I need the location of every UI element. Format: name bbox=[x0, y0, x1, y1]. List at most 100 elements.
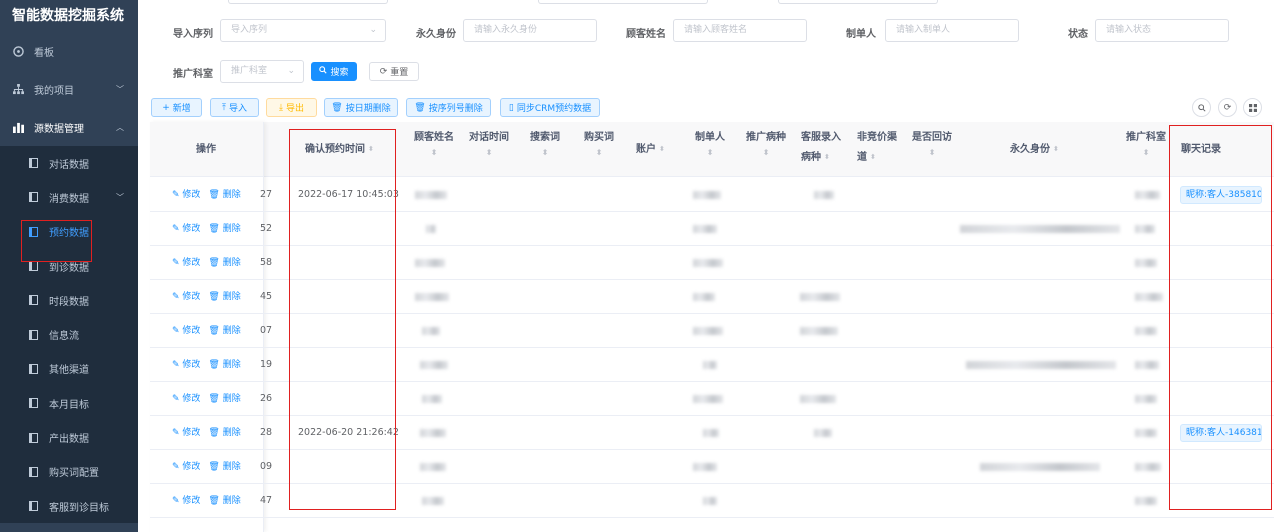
import-seq-select[interactable]: 导入序列 ⌄ bbox=[220, 19, 386, 42]
sidebar-item-label: 本月目标 bbox=[49, 399, 89, 411]
highlight-box-sidebar bbox=[21, 220, 92, 262]
sidebar-item-label: 源数据管理 bbox=[34, 123, 84, 135]
toggle-search-button[interactable] bbox=[1192, 98, 1211, 117]
col-customer-name[interactable]: 顾客姓名 ⬍ bbox=[414, 128, 454, 158]
delete-link[interactable]: 🗑 删除 bbox=[208, 462, 240, 472]
row-actions: ✎ 修改 🗑 删除 bbox=[172, 484, 249, 518]
col-disease[interactable]: 推广病种 ⬍ bbox=[746, 128, 786, 158]
row-actions: ✎ 修改 🗑 删除 bbox=[172, 314, 249, 348]
refresh-button[interactable]: ⟳ bbox=[1218, 98, 1237, 117]
redacted-cell bbox=[960, 225, 1120, 233]
row-seq: 28 bbox=[260, 427, 273, 438]
sidebar-item-other-channels[interactable]: 其他渠道 bbox=[0, 352, 138, 386]
row-seq: 19 bbox=[260, 359, 273, 370]
status-input[interactable]: 请输入状态 bbox=[1095, 19, 1229, 42]
sidebar-item-dialog-data[interactable]: 对话数据 bbox=[0, 146, 138, 180]
dept-select[interactable]: 推广科室 ⌄ bbox=[220, 60, 304, 83]
sidebar-item-period-data[interactable]: 时段数据 bbox=[0, 283, 138, 317]
delete-by-seq-button[interactable]: 🗑 按序列号删除 bbox=[406, 98, 491, 117]
import-button[interactable]: ⤒ 导入 bbox=[210, 98, 259, 117]
delete-by-date-button[interactable]: 🗑 按日期删除 bbox=[324, 98, 398, 117]
redacted-cell bbox=[415, 259, 445, 267]
sidebar-item-output-data[interactable]: 产出数据 bbox=[0, 420, 138, 454]
col-maker[interactable]: 制单人 ⬍ bbox=[695, 128, 725, 158]
perm-id-input[interactable]: 请输入永久身份 bbox=[463, 19, 597, 42]
sidebar-item-dashboard[interactable]: 看板 bbox=[0, 32, 138, 70]
upload-icon: ⤒ bbox=[222, 102, 226, 113]
col-cs-entry[interactable]: 客服录入 病种 ⬍ bbox=[801, 128, 841, 168]
sidebar-item-source-data[interactable]: 源数据管理 ︿ bbox=[0, 108, 138, 146]
col-account[interactable]: 账户 ⬍ bbox=[636, 140, 665, 160]
edit-link[interactable]: ✎ 修改 bbox=[172, 292, 200, 302]
sidebar-item-projects[interactable]: 我的项目 ﹀ bbox=[0, 70, 138, 108]
customer-name-label: 顾客姓名 bbox=[626, 29, 666, 40]
redacted-cell bbox=[693, 191, 721, 199]
document-icon bbox=[27, 363, 39, 375]
sidebar-item-label: 消费数据 bbox=[49, 193, 89, 205]
delete-link[interactable]: 🗑 删除 bbox=[208, 326, 240, 336]
redacted-cell bbox=[426, 225, 436, 233]
col-customer-name-label: 顾客姓名 bbox=[414, 132, 454, 143]
search-button-label: 搜索 bbox=[330, 68, 349, 78]
sort-icon: ⬍ bbox=[541, 148, 549, 157]
delete-link[interactable]: 🗑 删除 bbox=[208, 190, 240, 200]
trash-icon: 🗑 bbox=[414, 102, 426, 113]
chevron-up-icon: ︿ bbox=[116, 122, 124, 132]
col-buy-word-label: 购买词 bbox=[584, 132, 614, 143]
delete-link[interactable]: 🗑 删除 bbox=[208, 360, 240, 370]
sort-icon: ⬍ bbox=[1142, 148, 1150, 157]
sidebar-item-consume-data[interactable]: 消费数据 ﹀ bbox=[0, 180, 138, 214]
download-icon: ⤓ bbox=[279, 102, 283, 113]
sort-icon: ⬍ bbox=[928, 148, 936, 157]
col-non-bid-label-1: 非竞价渠 bbox=[857, 132, 897, 143]
maker-input[interactable]: 请输入制单人 bbox=[885, 19, 1019, 42]
delete-link[interactable]: 🗑 删除 bbox=[208, 394, 240, 404]
vertical-scrollbar[interactable] bbox=[1274, 0, 1280, 532]
edit-link[interactable]: ✎ 修改 bbox=[172, 462, 200, 472]
col-buy-word[interactable]: 购买词 ⬍ bbox=[584, 128, 614, 158]
edit-link[interactable]: ✎ 修改 bbox=[172, 496, 200, 506]
col-dialog-time[interactable]: 对话时间 ⬍ bbox=[469, 128, 509, 158]
sidebar-item-buy-word-config[interactable]: 购买词配置 bbox=[0, 455, 138, 489]
col-dept[interactable]: 推广科室 ⬍ bbox=[1126, 128, 1166, 158]
edit-link[interactable]: ✎ 修改 bbox=[172, 190, 200, 200]
customer-name-input[interactable]: 请输入顾客姓名 bbox=[673, 19, 807, 42]
search-button[interactable]: 搜索 bbox=[311, 62, 357, 81]
sidebar-item-cs-visit-target[interactable]: 客服到诊目标 bbox=[0, 489, 138, 523]
edit-link[interactable]: ✎ 修改 bbox=[172, 360, 200, 370]
dept-placeholder: 推广科室 bbox=[231, 66, 268, 76]
col-search-word-label: 搜索词 bbox=[530, 132, 560, 143]
delete-link[interactable]: 🗑 删除 bbox=[208, 496, 240, 506]
delete-link[interactable]: 🗑 删除 bbox=[208, 292, 240, 302]
add-button[interactable]: + 新增 bbox=[151, 98, 202, 117]
edit-link[interactable]: ✎ 修改 bbox=[172, 394, 200, 404]
highlight-box-confirm-time bbox=[289, 129, 396, 510]
sync-crm-label: 同步CRM预约数据 bbox=[516, 104, 592, 114]
sidebar-item-monthly-target[interactable]: 本月目标 bbox=[0, 386, 138, 420]
sidebar-item-label: 信息流 bbox=[49, 331, 79, 343]
edit-link[interactable]: ✎ 修改 bbox=[172, 326, 200, 336]
delete-link[interactable]: 🗑 删除 bbox=[208, 224, 240, 234]
row-seq: 27 bbox=[260, 189, 273, 200]
col-non-bid-channel[interactable]: 非竞价渠 道 ⬍ bbox=[857, 128, 897, 168]
sort-icon: ⬍ bbox=[870, 153, 876, 161]
document-icon bbox=[27, 329, 39, 341]
edit-link[interactable]: ✎ 修改 bbox=[172, 224, 200, 234]
col-revisit[interactable]: 是否回访 ⬍ bbox=[912, 128, 952, 158]
sync-crm-button[interactable]: ▯ 同步CRM预约数据 bbox=[500, 98, 600, 117]
delete-link[interactable]: 🗑 删除 bbox=[208, 258, 240, 268]
redacted-cell bbox=[1135, 429, 1157, 437]
columns-button[interactable] bbox=[1243, 98, 1262, 117]
export-button[interactable]: ⤓ 导出 bbox=[266, 98, 317, 117]
edit-link[interactable]: ✎ 修改 bbox=[172, 258, 200, 268]
reset-button[interactable]: ⟳ 重置 bbox=[369, 62, 419, 81]
document-icon bbox=[27, 191, 39, 203]
maker-label: 制单人 bbox=[846, 29, 876, 40]
row-seq: 52 bbox=[260, 223, 273, 234]
sidebar-item-info-flow[interactable]: 信息流 bbox=[0, 317, 138, 351]
sidebar-item-label: 产出数据 bbox=[49, 434, 89, 446]
delete-link[interactable]: 🗑 删除 bbox=[208, 428, 240, 438]
col-perm-id[interactable]: 永久身份 ⬍ bbox=[1010, 140, 1059, 160]
edit-link[interactable]: ✎ 修改 bbox=[172, 428, 200, 438]
col-search-word[interactable]: 搜索词 ⬍ bbox=[530, 128, 560, 158]
